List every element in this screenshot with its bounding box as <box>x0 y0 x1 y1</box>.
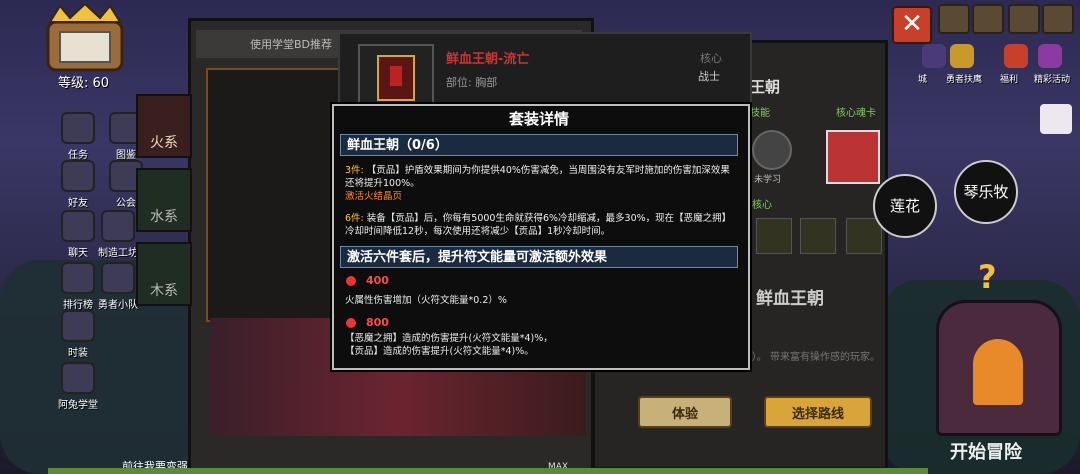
left-menu-chat[interactable]: 聊天 <box>58 210 98 259</box>
equipment-slot-frame <box>206 68 340 322</box>
rune-header: 激活六件套后，提升符文能量可激活额外效果 <box>340 246 738 268</box>
tab-element-2[interactable]: 木系 <box>136 242 192 306</box>
chest-armor-icon <box>377 55 415 101</box>
skill-label: 技能 <box>750 108 770 119</box>
mail-icon[interactable] <box>972 4 1004 34</box>
top-menu-label-3: 精彩活动 <box>1034 75 1071 85</box>
top-menu-label-2: 福利 <box>1000 75 1019 85</box>
bd-banner-text: 使用学堂BD推荐 <box>250 38 333 51</box>
six-piece-effect: 6件: 装备【贡品】后，你每有5000生命就获得6%冷却缩减，最多30%，现在【… <box>345 212 735 238</box>
chat-icon <box>61 210 95 242</box>
top-menu-label-1: 勇者扶鹰 <box>946 75 983 85</box>
item-name: 鲜血王朝-流亡 <box>446 52 530 67</box>
left-menu-task[interactable]: 任务 <box>58 112 98 161</box>
top-menu-icon-1[interactable] <box>950 44 974 68</box>
tier1-text: 火属性伤害增加（火符文能量*0.2）% <box>345 295 507 306</box>
core-card-label: 核心魂卡 <box>836 108 876 119</box>
item-part: 部位: 胸部 <box>446 76 498 89</box>
six-piece-key: 6件: <box>345 213 364 224</box>
left-menu-label: 时装 <box>68 348 88 359</box>
core-slot-2[interactable] <box>800 218 836 254</box>
left-menu-friend[interactable]: 好友 <box>58 160 98 209</box>
core-slot-1[interactable] <box>756 218 792 254</box>
close-icon[interactable]: ✕ <box>892 6 932 44</box>
left-menu-label: 任务 <box>68 150 88 161</box>
try-button[interactable]: 体验 <box>638 396 732 428</box>
left-menu-label: 排行榜 <box>63 300 93 311</box>
tier2-text-2: 【贡品】造成的伤害提升(火符文能量*4)%。 <box>345 346 534 357</box>
friend-icon <box>61 160 95 192</box>
tab-element-0[interactable]: 火系 <box>136 94 192 158</box>
left-menu-fashion[interactable]: 时装 <box>58 310 98 359</box>
left-menu-label: 阿兔学堂 <box>58 400 98 411</box>
activate-link[interactable]: 激活火结晶页 <box>345 190 735 203</box>
portal-glow-icon <box>973 339 1023 405</box>
core-card[interactable] <box>826 130 880 184</box>
crown-emblem-icon <box>46 2 124 72</box>
set-header: 鲜血王朝（0/6） <box>340 134 738 156</box>
left-menu-team[interactable]: 勇者小队 <box>98 262 138 311</box>
level-badge[interactable] <box>40 2 130 82</box>
not-learned-text: 未学习 <box>754 175 782 185</box>
task-icon <box>61 112 95 144</box>
add-icon[interactable] <box>938 4 970 34</box>
skill-icon[interactable] <box>752 130 792 170</box>
modal-title: 套装详情 <box>508 110 569 128</box>
top-menu-icon-3[interactable] <box>1038 44 1062 68</box>
forge-icon <box>101 210 135 242</box>
left-menu-label: 勇者小队 <box>98 300 138 311</box>
set-name: 鲜血王朝 <box>756 289 824 309</box>
tab-label: 火系 <box>150 135 178 151</box>
trophy-icon <box>61 262 95 294</box>
tier2-text-1: 【恶魔之拥】造成的伤害提升(火符文能量*4)%， <box>345 333 553 344</box>
tab-label: 水系 <box>150 209 178 225</box>
item-class: 战士 <box>698 70 720 83</box>
settings-icon[interactable] <box>1042 4 1074 34</box>
fire-rune-icon <box>346 318 356 328</box>
core-slot-3[interactable] <box>846 218 882 254</box>
left-menu-forge[interactable]: 制造工坊 <box>98 210 138 259</box>
top-menu-icon-0[interactable] <box>922 44 946 68</box>
left-menu-label: 好友 <box>68 198 88 209</box>
select-route-button[interactable]: 选择路线 <box>764 396 872 428</box>
fire-rune-icon <box>346 276 356 286</box>
menu-fold-icon[interactable] <box>1040 104 1072 134</box>
fashion-icon <box>61 310 95 342</box>
tier1-value: 400 <box>366 274 389 287</box>
level-text: 等级: 60 <box>58 76 110 91</box>
exp-bar <box>48 468 928 474</box>
qinyue-button[interactable]: 琴乐牧 <box>954 160 1018 224</box>
top-menu-icon-2[interactable] <box>1004 44 1028 68</box>
core-sub-label: 核心 <box>752 200 772 211</box>
left-menu-school[interactable]: 阿兔学堂 <box>58 362 98 411</box>
tab-element-1[interactable]: 水系 <box>136 168 192 232</box>
top-menu-label-0: 城 <box>918 75 928 85</box>
sound-icon[interactable] <box>1008 4 1040 34</box>
lianhua-button[interactable]: 莲花 <box>873 174 937 238</box>
tab-label: 木系 <box>150 283 178 299</box>
three-piece-effect: 3件: 【贡品】护盾效果期间为你提供40%伤害减免，当周围没有友军时施加的伤害加… <box>345 164 735 190</box>
left-menu-label: 制造工坊 <box>98 248 138 259</box>
item-core-label: 核心 <box>700 52 722 65</box>
question-mark-icon: ? <box>978 258 997 296</box>
six-piece-text: 装备【贡品】后，你每有5000生命就获得6%冷却缩减，最多30%，现在【恶魔之拥… <box>345 213 732 237</box>
team-icon <box>101 262 135 294</box>
three-piece-text: 【贡品】护盾效果期间为你提供40%伤害减免，当周围没有友军时施加的伤害加深效果还… <box>345 165 730 189</box>
left-menu-trophy[interactable]: 排行榜 <box>58 262 98 311</box>
tier2-value: 800 <box>366 316 389 329</box>
route-title: 王朝 <box>750 78 781 96</box>
start-gate[interactable] <box>936 300 1062 436</box>
item-icon-frame <box>358 44 434 112</box>
three-piece-key: 3件: <box>345 165 364 176</box>
school-icon <box>61 362 95 394</box>
left-menu-label: 聊天 <box>68 248 88 259</box>
start-adventure-label[interactable]: 开始冒险 <box>950 438 1022 464</box>
